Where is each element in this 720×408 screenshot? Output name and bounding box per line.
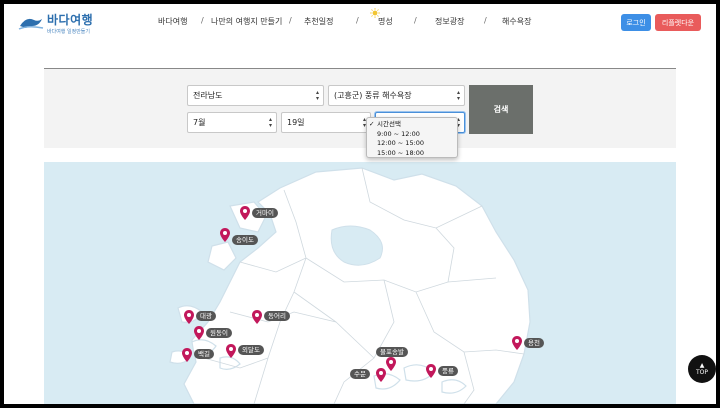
login-button[interactable]: 로그인 xyxy=(621,14,651,31)
region-select[interactable]: 전라남도 ▴ ▾ xyxy=(187,85,324,106)
time-option-morning[interactable]: 9:00 ~ 12:00 xyxy=(367,130,457,140)
nav-separator: / xyxy=(356,16,359,25)
arrow-up-icon: ▲ xyxy=(699,362,705,369)
leaflet-download-button[interactable]: 리플렛다운 xyxy=(655,14,701,31)
nav-item-recommended[interactable]: 추천일정 xyxy=(304,16,333,27)
map-pin-icon[interactable] xyxy=(426,364,436,378)
beach-select[interactable]: (고흥군) 풍류 해수욕장 ▴ ▾ xyxy=(328,85,465,106)
select-arrows-icon: ▴ ▾ xyxy=(268,116,272,129)
map-pin-icon[interactable] xyxy=(386,357,396,371)
page: 바다여행 바다여행 일정만들기 바다여행 / 나만의 여행지 만들기 / 추천일… xyxy=(4,4,716,404)
map-pin-icon[interactable] xyxy=(226,344,236,358)
time-option-default[interactable]: 시간선택 xyxy=(367,120,457,130)
select-arrows-icon: ▴ ▾ xyxy=(315,89,319,102)
marker-label[interactable]: 거마이 xyxy=(252,208,278,218)
search-button[interactable]: 검색 xyxy=(469,85,533,134)
month-select-value: 7월 xyxy=(193,118,206,127)
nav-separator: / xyxy=(484,16,487,25)
region-select-value: 전라남도 xyxy=(193,91,223,100)
nav-item-sea-travel[interactable]: 바다여행 xyxy=(158,16,187,27)
time-option-afternoon[interactable]: 15:00 ~ 18:00 xyxy=(367,149,457,159)
main-nav: 바다여행 / 나만의 여행지 만들기 / 추천일정 / 명성 / 정보광장 / … xyxy=(4,16,716,30)
month-select[interactable]: 7월 ▴ ▾ xyxy=(187,112,277,133)
marker-label[interactable]: 송이도 xyxy=(232,235,258,245)
marker-label[interactable]: 원동이 xyxy=(206,328,232,338)
marker-label[interactable]: 용천 xyxy=(524,338,544,348)
search-panel: 전라남도 ▴ ▾ (고흥군) 풍류 해수욕장 ▴ ▾ 7월 ▴ ▾ 19일 ▴ ▾ ▴ ▾… xyxy=(44,68,676,148)
map-pin-icon[interactable] xyxy=(220,228,230,242)
nav-item-fame[interactable]: 명성 xyxy=(378,16,393,27)
korea-map-outline xyxy=(169,167,531,404)
marker-label[interactable]: 물포송발 xyxy=(376,347,408,357)
nav-separator: / xyxy=(289,16,292,25)
map-pin-icon[interactable] xyxy=(376,368,386,382)
scroll-top-label: TOP xyxy=(695,369,708,376)
map-pin-icon[interactable] xyxy=(252,310,262,324)
marker-label[interactable]: 풍류 xyxy=(438,366,458,376)
day-select[interactable]: 19일 ▴ ▾ xyxy=(281,112,371,133)
map-pin-icon[interactable] xyxy=(512,336,522,350)
sun-icon xyxy=(370,8,380,18)
map-pin-icon[interactable] xyxy=(182,348,192,362)
scroll-top-button[interactable]: ▲ TOP xyxy=(688,355,716,383)
map-pin-icon[interactable] xyxy=(184,310,194,324)
marker-label[interactable]: 외달도 xyxy=(238,345,264,355)
day-select-value: 19일 xyxy=(287,118,305,127)
time-dropdown-menu: 시간선택 9:00 ~ 12:00 12:00 ~ 15:00 15:00 ~ … xyxy=(366,117,458,158)
marker-label[interactable]: 수문 xyxy=(350,369,370,379)
nav-item-info[interactable]: 정보광장 xyxy=(435,16,464,27)
nav-separator: / xyxy=(414,16,417,25)
beach-map[interactable]: 거마이 송이도 대광 동어리 원동이 백길 외달도 물포송발 수문 풍류 용천 xyxy=(44,162,676,404)
nav-separator: / xyxy=(201,16,204,25)
nav-item-my-trip[interactable]: 나만의 여행지 만들기 xyxy=(211,16,282,27)
nav-item-beaches[interactable]: 해수욕장 xyxy=(502,16,531,27)
map-pin-icon[interactable] xyxy=(240,206,250,220)
select-arrows-icon: ▴ ▾ xyxy=(456,89,460,102)
marker-label[interactable]: 동어리 xyxy=(264,311,290,321)
beach-select-value: (고흥군) 풍류 해수욕장 xyxy=(334,91,412,100)
marker-label[interactable]: 백길 xyxy=(194,349,214,359)
time-option-noon[interactable]: 12:00 ~ 15:00 xyxy=(367,139,457,149)
marker-label[interactable]: 대광 xyxy=(196,311,216,321)
map-pin-icon[interactable] xyxy=(194,326,204,340)
